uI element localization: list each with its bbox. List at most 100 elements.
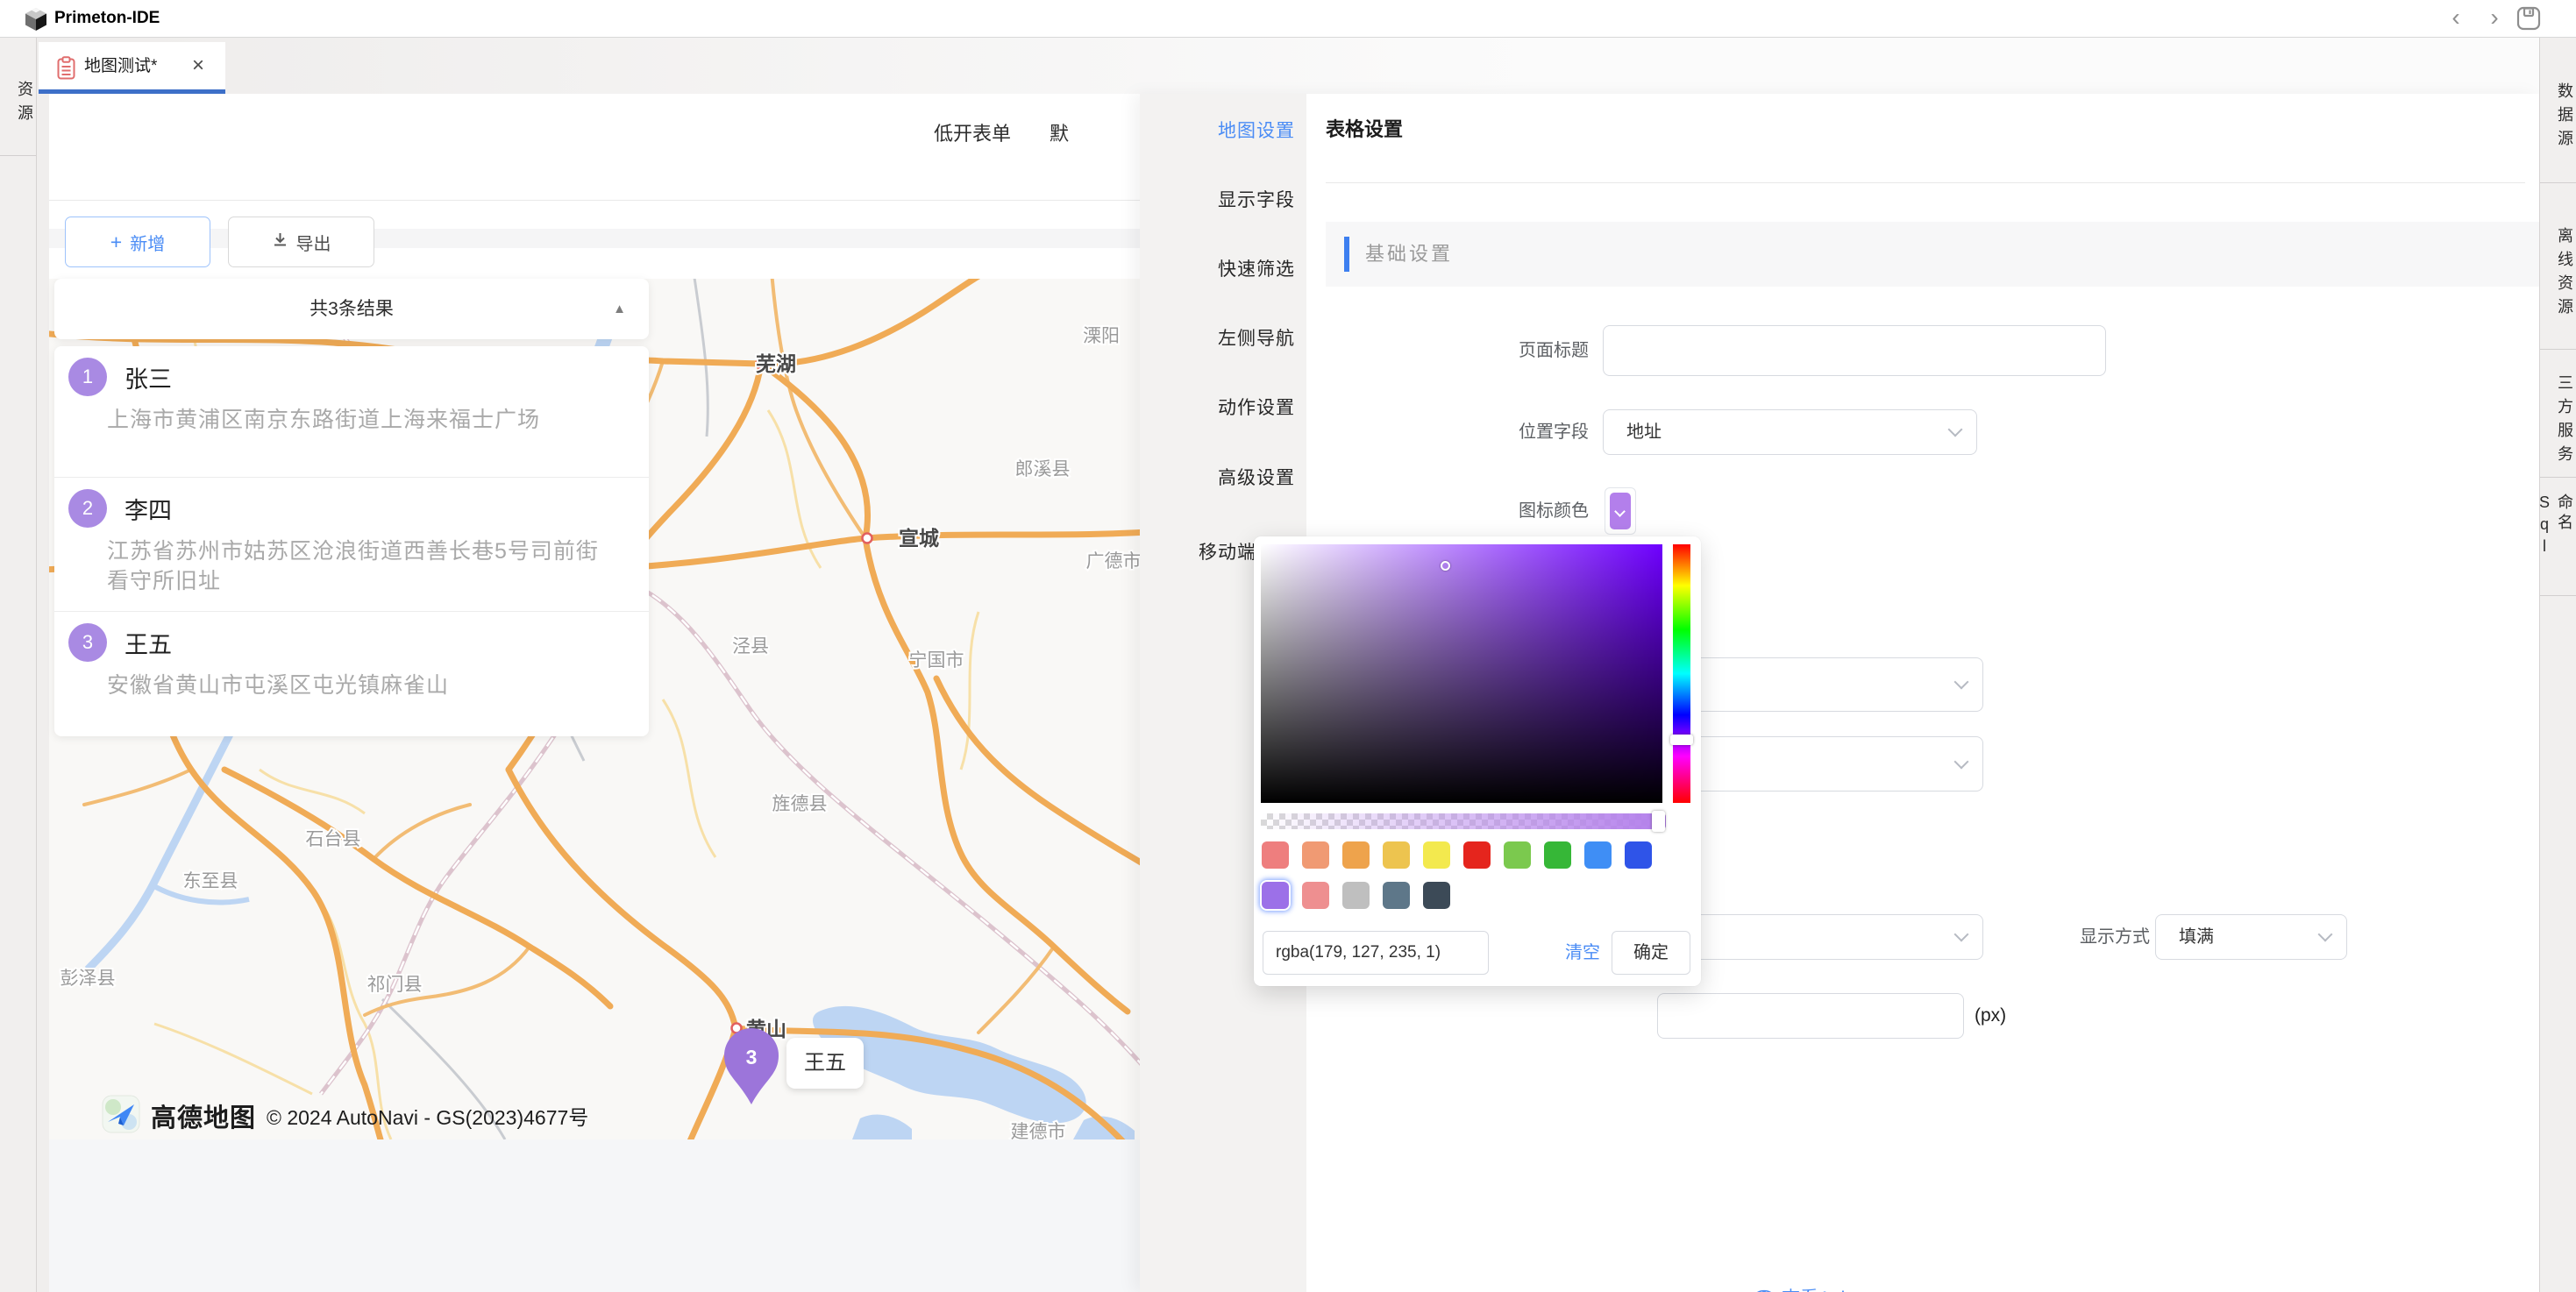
collapse-caret-icon[interactable]: ▲ (613, 279, 626, 339)
color-swatch[interactable] (1383, 882, 1410, 909)
color-swatch[interactable] (1302, 882, 1329, 909)
settings-menu-item[interactable]: 左侧导航 (1146, 324, 1295, 354)
color-swatch[interactable] (1342, 882, 1370, 909)
settings-menu-item[interactable]: 动作设置 (1146, 394, 1295, 423)
confirm-button[interactable]: 确定 (1612, 931, 1690, 975)
color-swatch[interactable] (1342, 841, 1370, 869)
map-label: 广德市 (1086, 551, 1142, 571)
result-address: 安徽省黄山市屯溪区屯光镇麻雀山 (107, 671, 619, 700)
color-swatch[interactable] (1262, 882, 1289, 909)
map-label: 旌德县 (772, 794, 828, 814)
color-swatch[interactable] (1584, 841, 1612, 869)
map-label: 溧阳 (1083, 326, 1120, 346)
settings-menu-item[interactable]: 快速筛选 (1146, 255, 1295, 285)
right-rail-item[interactable]: 三方服务 (2540, 350, 2576, 478)
color-swatch[interactable] (1625, 841, 1652, 869)
divider (1326, 182, 2525, 183)
map-label: 芜湖 (756, 352, 796, 375)
result-index-badge: 2 (68, 489, 107, 528)
right-rail-item[interactable]: 离线资源 (2540, 183, 2576, 350)
color-swatch[interactable] (1504, 841, 1531, 869)
hue-slider-handle[interactable] (1670, 735, 1693, 745)
section-header: 基础设置 (1326, 222, 2539, 287)
settings-menu-item[interactable]: 显示字段 (1146, 186, 1295, 216)
amap-brand: 高德地图 (151, 1097, 256, 1134)
amap-copyright: © 2024 AutoNavi - GS(2023)4677号 (267, 1101, 588, 1131)
map-label: 石台县 (306, 829, 361, 849)
result-name: 张三 (125, 360, 172, 394)
view-api-link[interactable]: 查看Api (1754, 1284, 1845, 1292)
clear-button[interactable]: 清空 (1552, 931, 1613, 975)
map-pin[interactable]: 3 (724, 1028, 779, 1104)
saturation-cursor[interactable] (1441, 561, 1450, 571)
hidden-select-3[interactable] (1657, 914, 1983, 960)
city-dot (863, 534, 872, 543)
chevron-down-icon (1954, 754, 1969, 769)
save-button[interactable] (2516, 6, 2541, 35)
color-swatch[interactable] (1423, 841, 1450, 869)
color-swatch[interactable] (1544, 841, 1571, 869)
alpha-slider-handle[interactable] (1652, 811, 1665, 832)
color-swatch[interactable] (1463, 841, 1491, 869)
color-swatch[interactable] (1302, 841, 1329, 869)
results-summary-card[interactable]: 共3条结果 ▲ (54, 279, 649, 339)
result-index-badge: 1 (68, 358, 107, 396)
map-label: 东至县 (183, 871, 238, 891)
tab-map-test[interactable]: 地图测试* × (39, 42, 225, 94)
left-sidebar: 资源 (0, 38, 37, 1292)
tab-close-icon[interactable]: × (182, 42, 214, 89)
icon-color-label: 图标颜色 (1475, 487, 1589, 535)
result-list-item[interactable]: 3 王五安徽省黄山市屯溪区屯光镇麻雀山 (54, 612, 649, 736)
location-field-label: 位置字段 (1475, 409, 1589, 455)
canvas-band (49, 229, 1156, 248)
workspace: 地图测试* × 低开表单 默 + 新增 (37, 38, 2539, 1292)
right-rail-item[interactable]: 命名Sql (2540, 478, 2576, 596)
location-field-select[interactable]: 地址 (1603, 409, 1977, 455)
document-icon (57, 56, 75, 84)
color-swatch[interactable] (1423, 882, 1450, 909)
result-address: 上海市黄浦区南京东路街道上海来福士广场 (107, 405, 619, 435)
page-title-input[interactable] (1603, 325, 2106, 376)
chevron-down-icon (1954, 675, 1969, 690)
alpha-gradient (1261, 813, 1666, 829)
hue-slider[interactable] (1673, 544, 1690, 803)
hidden-select-2[interactable] (1657, 736, 1983, 792)
result-list-item[interactable]: 1 张三上海市黄浦区南京东路街道上海来福士广场 (54, 346, 649, 478)
result-name: 李四 (125, 492, 172, 526)
download-icon (272, 231, 288, 253)
size-input[interactable] (1657, 993, 1964, 1039)
settings-menu-item[interactable]: 地图设置 (1146, 117, 1295, 146)
add-button[interactable]: + 新增 (65, 217, 210, 267)
results-list: 1张三上海市黄浦区南京东路街道上海来福士广场2李四江苏省苏州市姑苏区沧浪街道西善… (54, 346, 649, 736)
color-swatch[interactable] (1262, 841, 1289, 869)
panel-title: 表格设置 (1326, 114, 1403, 142)
right-rail-item[interactable]: 数据源 (2540, 38, 2576, 183)
results-summary: 共3条结果 (54, 279, 649, 339)
form-template-label-left[interactable]: 低开表单 (934, 118, 1011, 146)
app-title: Primeton-IDE (54, 0, 160, 37)
map-label: 宣城 (899, 527, 939, 550)
sidebar-item-resources[interactable]: 资源 (0, 38, 36, 156)
display-mode-select[interactable]: 填满 (2155, 914, 2347, 960)
result-index-badge: 3 (68, 623, 107, 662)
result-name: 王五 (125, 626, 172, 660)
color-swatch[interactable] (1383, 841, 1410, 869)
saturation-area[interactable] (1261, 544, 1662, 803)
color-picker-popup: 清空 确定 (1254, 536, 1701, 986)
map-label: 宁国市 (909, 650, 964, 671)
map-pin-label[interactable]: 王五 (786, 1038, 864, 1089)
alpha-slider[interactable] (1261, 813, 1666, 829)
px-suffix: (px) (1975, 993, 2006, 1039)
icon-color-button[interactable] (1605, 487, 1636, 535)
hidden-select-1[interactable] (1657, 657, 1983, 712)
color-value-input[interactable] (1263, 931, 1489, 975)
canvas-footer-area (49, 1139, 1156, 1292)
settings-menu-item[interactable]: 高级设置 (1146, 464, 1295, 493)
export-button[interactable]: 导出 (228, 217, 374, 267)
chevron-down-icon (2318, 927, 2333, 942)
result-list-item[interactable]: 2李四江苏省苏州市姑苏区沧浪街道西善长巷5号司前街看守所旧址 (54, 478, 649, 612)
nav-back-button[interactable]: ‹ (2441, 0, 2471, 37)
form-template-label-right[interactable]: 默 (1050, 118, 1069, 146)
right-sidebar: 数据源离线资源三方服务命名Sql (2539, 38, 2576, 1292)
nav-forward-button[interactable]: › (2480, 0, 2509, 37)
